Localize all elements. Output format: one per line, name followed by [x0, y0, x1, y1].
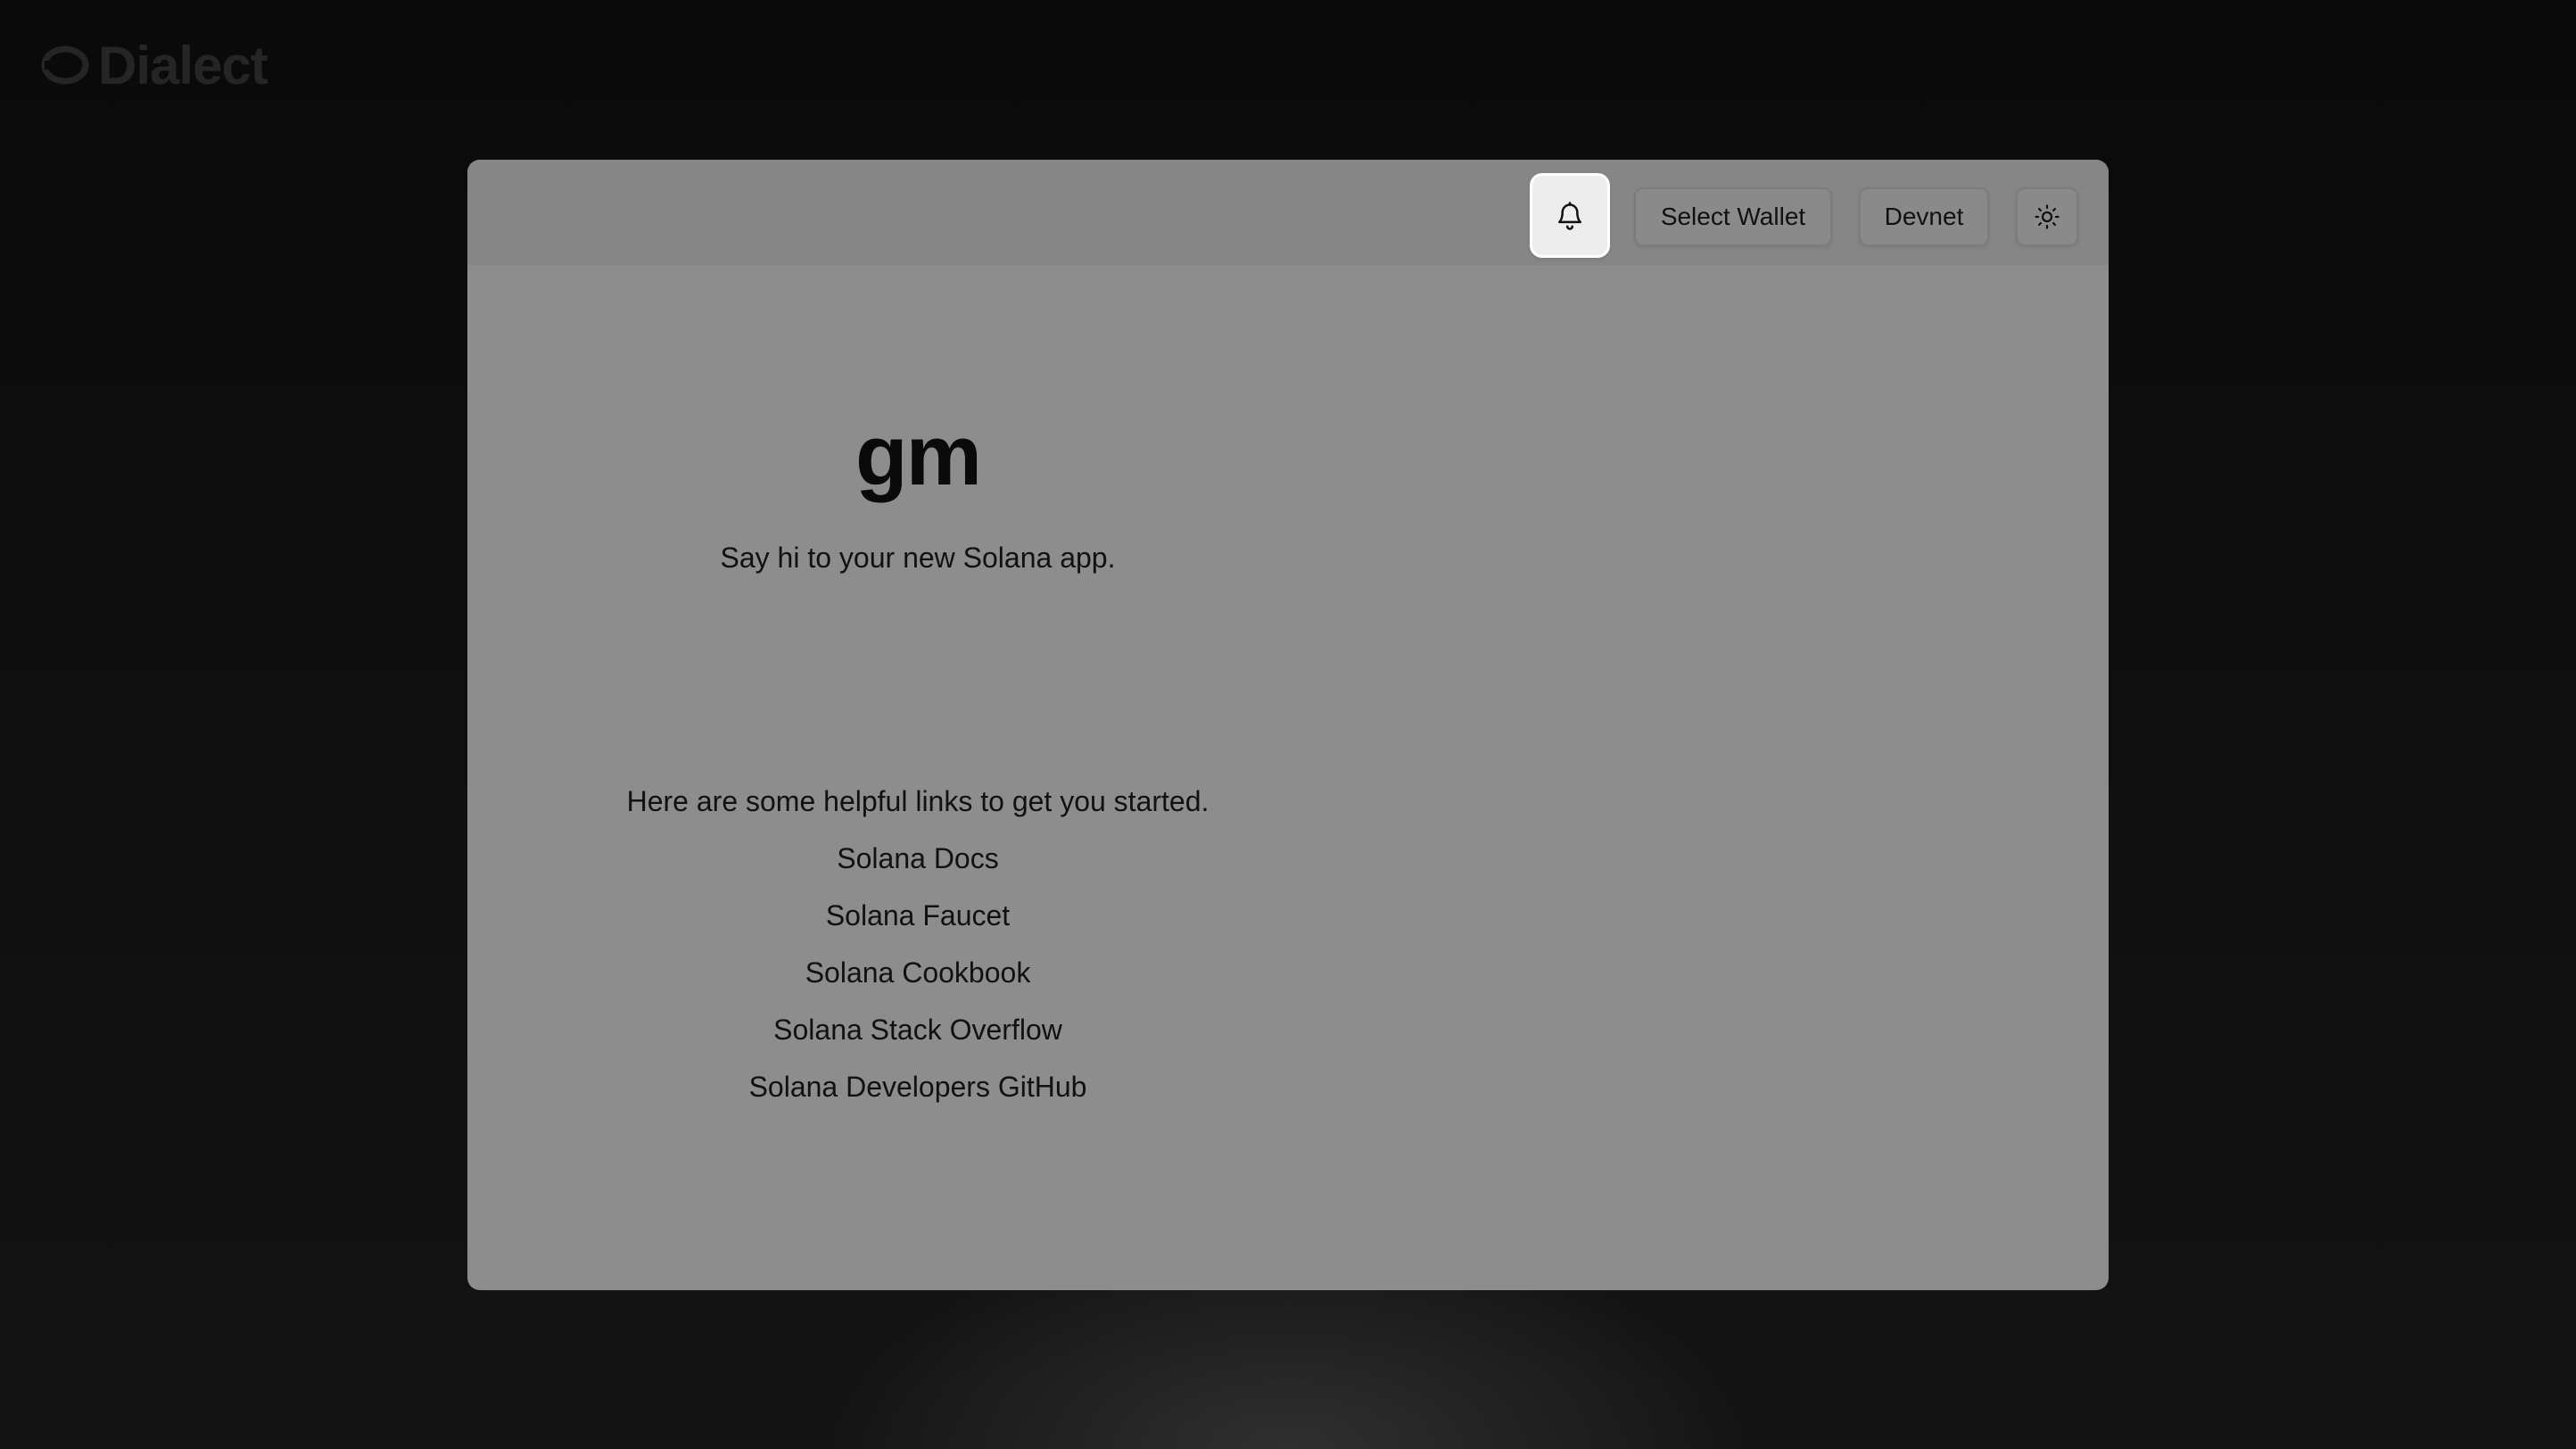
app-header: Select Wallet Devnet	[467, 160, 2109, 265]
page-tagline: Say hi to your new Solana app.	[720, 542, 1116, 574]
link-solana-docs[interactable]: Solana Docs	[467, 840, 1368, 876]
app-window: Select Wallet Devnet gm Say hi to your n…	[467, 160, 2109, 1290]
dialect-logo-text: Dialect	[98, 35, 268, 95]
links-intro-text: Here are some helpful links to get you s…	[626, 785, 1210, 817]
links-section: Here are some helpful links to get you s…	[467, 783, 1368, 1105]
bell-icon	[1557, 201, 1582, 230]
dialect-logo-icon	[41, 46, 89, 85]
dialect-logo: Dialect	[41, 35, 268, 95]
sun-icon	[2035, 204, 2060, 229]
network-select-button[interactable]: Devnet	[1859, 187, 1989, 246]
link-solana-cookbook[interactable]: Solana Cookbook	[467, 955, 1368, 990]
link-solana-faucet[interactable]: Solana Faucet	[467, 898, 1368, 933]
link-solana-stack-overflow[interactable]: Solana Stack Overflow	[467, 1012, 1368, 1047]
select-wallet-button[interactable]: Select Wallet	[1634, 187, 1832, 246]
notifications-button[interactable]	[1530, 173, 1610, 258]
page-title: gm	[855, 408, 982, 503]
link-solana-developers-github[interactable]: Solana Developers GitHub	[467, 1069, 1368, 1105]
theme-toggle-button[interactable]	[2016, 187, 2078, 246]
